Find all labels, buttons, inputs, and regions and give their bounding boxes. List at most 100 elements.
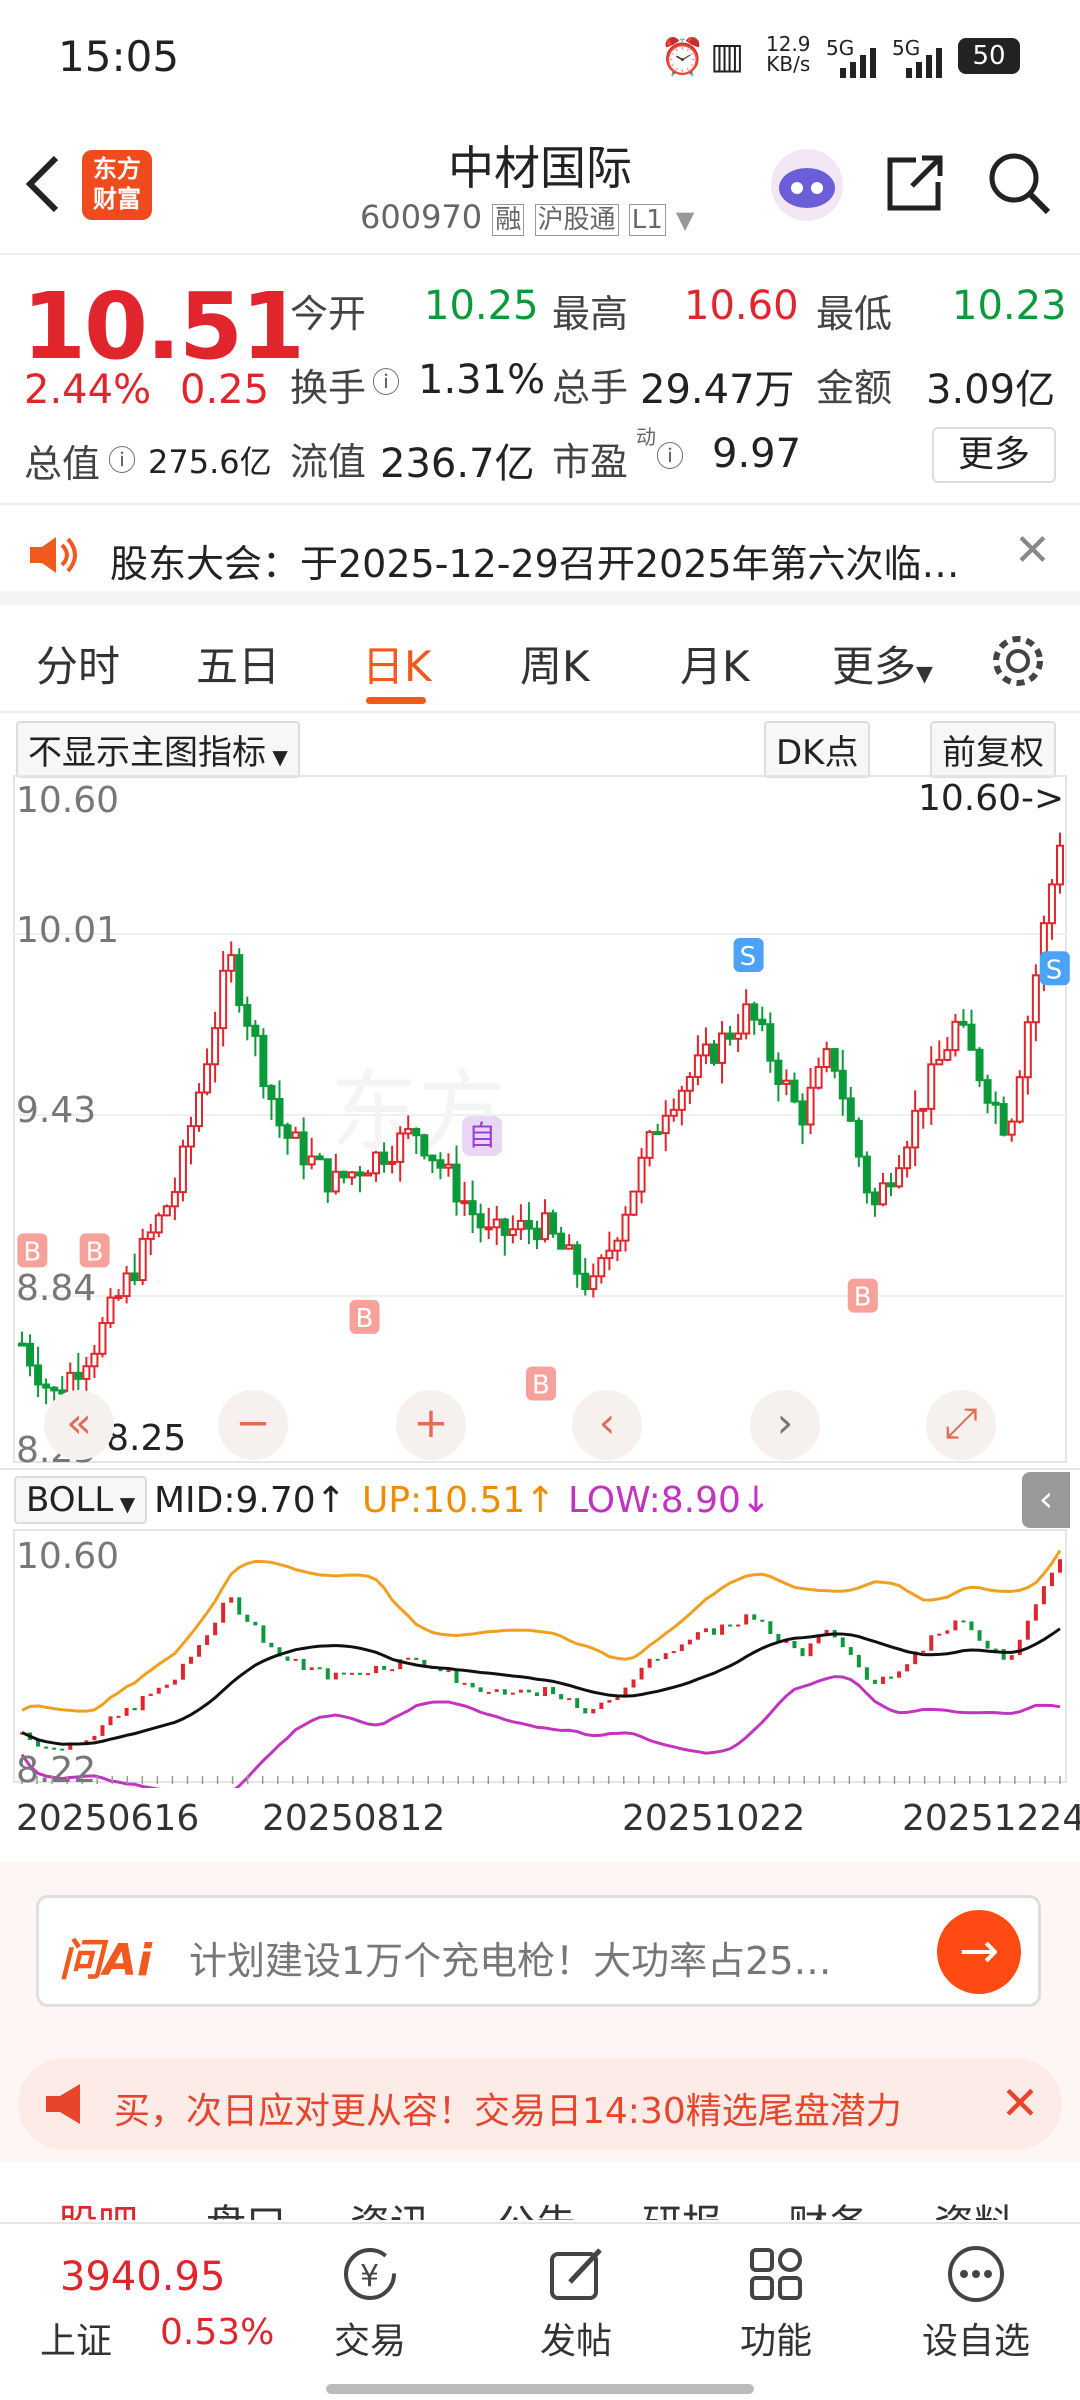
boll-candle — [357, 1672, 362, 1675]
more-button[interactable]: 更多 — [932, 427, 1056, 483]
boll-candle — [720, 1624, 725, 1635]
tab-research[interactable]: 研报 — [642, 2192, 722, 2220]
boll-candle — [1017, 1639, 1022, 1656]
nav-add-watchlist[interactable]: 设自选 — [906, 2224, 1046, 2400]
turnover-info-icon[interactable]: ⓘ — [372, 361, 400, 401]
float-label: 流值 — [290, 440, 367, 484]
open-label: 今开 — [290, 292, 367, 336]
boll-candle — [382, 1665, 387, 1670]
boll-candle — [148, 1693, 153, 1696]
more-dots-icon — [948, 2246, 1004, 2302]
boll-candle — [333, 1672, 338, 1680]
tab-news[interactable]: 资讯 — [350, 2192, 430, 2220]
y-label-943: 9.43 — [16, 1090, 97, 1131]
nav-post[interactable]: 发帖 — [506, 2224, 646, 2400]
candle-body — [549, 1212, 558, 1235]
candle-body — [26, 1342, 35, 1367]
zoom-out-icon[interactable]: − — [218, 1390, 288, 1460]
boll-candle — [856, 1654, 861, 1668]
candle-body — [428, 1154, 437, 1162]
promo-banner[interactable]: 买，次日应对更从容！交易日14:30精选尾盘潜力 ✕ — [18, 2058, 1062, 2150]
active-tab-indicator — [366, 697, 426, 704]
tab-profile[interactable]: 资料 — [934, 2192, 1014, 2220]
nav-functions[interactable]: 功能 — [706, 2224, 846, 2400]
trade-yen-icon: ¥ — [344, 2248, 396, 2300]
candle-body — [404, 1127, 413, 1135]
boll-candle — [221, 1602, 226, 1623]
boll-candle — [494, 1689, 499, 1692]
candle-body — [927, 1063, 936, 1110]
boll-candle — [591, 1708, 596, 1714]
tab-announcements[interactable]: 公告 — [496, 2192, 576, 2220]
candle-body — [782, 1079, 791, 1085]
candle-body — [919, 1107, 928, 1112]
candle-body — [275, 1098, 284, 1127]
tab-forum[interactable]: 股吧 — [58, 2192, 138, 2220]
boll-candle — [462, 1682, 467, 1685]
candle-body — [380, 1151, 389, 1165]
turnover-label: 换手 — [290, 366, 367, 410]
candle-body — [315, 1155, 324, 1161]
promo-close-icon[interactable]: ✕ — [978, 2058, 1062, 2150]
candle-body — [243, 1004, 252, 1027]
boll-candle — [1001, 1649, 1006, 1660]
tab-daily-k[interactable]: 日K — [362, 633, 432, 694]
ai-question-box[interactable]: 问Ai 计划建设1万个充电枪！大功率占25… → — [36, 1895, 1041, 2007]
boll-select[interactable]: BOLL ▼ — [14, 1476, 148, 1524]
notice-bar[interactable]: 股东大会：于2025-12-29召开2025年第六次临… ✕ — [0, 505, 1080, 605]
ai-send-arrow-icon[interactable]: → — [937, 1910, 1021, 1994]
share-icon[interactable] — [882, 150, 948, 216]
settings-gear-icon[interactable] — [990, 633, 1046, 689]
candle-body — [895, 1167, 904, 1188]
candle-body — [999, 1103, 1008, 1136]
tab-monthly-k[interactable]: 月K — [680, 633, 750, 694]
boll-candle — [679, 1644, 684, 1652]
pe-info-icon[interactable]: ⓘ — [656, 435, 684, 475]
boll-candle — [374, 1665, 379, 1674]
net-speed-unit: KB/s — [766, 52, 811, 76]
info-icon[interactable]: ⓘ — [108, 439, 136, 479]
zoom-in-icon[interactable]: + — [396, 1390, 466, 1460]
candle-body — [42, 1383, 51, 1389]
boll-candle — [687, 1639, 692, 1645]
search-icon[interactable] — [986, 150, 1052, 216]
candle-body — [911, 1109, 920, 1149]
boll-candle — [897, 1671, 902, 1678]
tab-weekly-k[interactable]: 周K — [520, 633, 590, 694]
tab-5day[interactable]: 五日 — [196, 633, 280, 694]
badge-margin: 融 — [492, 204, 525, 236]
self-marker[interactable]: 自 — [462, 1116, 502, 1156]
pan-right-icon[interactable]: › — [750, 1390, 820, 1460]
zoom-out-double-chevron-icon[interactable]: « — [44, 1390, 114, 1460]
info-tabs: 股吧 盘口 资讯 公告 研报 财务 资料 — [0, 2160, 1080, 2220]
stock-code: 600970 — [360, 198, 483, 236]
boll-chart[interactable]: 10.60 8.22 — [0, 1528, 1080, 1791]
tab-more[interactable]: 更多▼ — [832, 633, 933, 694]
boll-candle — [108, 1716, 113, 1726]
tab-intraday[interactable]: 分时 — [36, 633, 120, 694]
boll-candle — [969, 1621, 974, 1631]
badge-level: L1 — [628, 204, 666, 236]
close-icon[interactable]: ✕ — [1014, 525, 1051, 576]
tab-financials[interactable]: 财务 — [788, 2192, 868, 2220]
boll-candle — [390, 1669, 395, 1672]
tab-orderbook[interactable]: 盘口 — [206, 2192, 286, 2220]
candle-body — [1023, 1021, 1032, 1079]
candle-body — [878, 1182, 887, 1206]
robot-assistant-icon[interactable] — [768, 146, 846, 224]
date-label: 20250812 — [262, 1798, 446, 1839]
index-ticker[interactable]: 3940.95 上证 0.53% — [0, 2224, 274, 2400]
amount-value: 3.09亿 — [926, 367, 1056, 413]
fullscreen-icon[interactable]: ⤢ — [926, 1390, 996, 1460]
collapse-panel-icon[interactable]: ‹ — [1022, 1472, 1070, 1528]
candle-body — [436, 1159, 445, 1169]
app-logo: 东方 财富 — [82, 150, 152, 220]
back-icon[interactable] — [22, 154, 62, 214]
kline-chart[interactable]: 东方 BBBBBSS 10.60 10.01 9.43 8.84 8.25 10… — [0, 770, 1080, 1471]
boll-candle — [792, 1640, 797, 1649]
boll-candle — [736, 1624, 741, 1627]
pan-left-icon[interactable]: ‹ — [572, 1390, 642, 1460]
boll-candle — [197, 1645, 202, 1657]
boll-candle — [1058, 1559, 1062, 1573]
nav-trade[interactable]: ¥ 交易 — [300, 2224, 440, 2400]
